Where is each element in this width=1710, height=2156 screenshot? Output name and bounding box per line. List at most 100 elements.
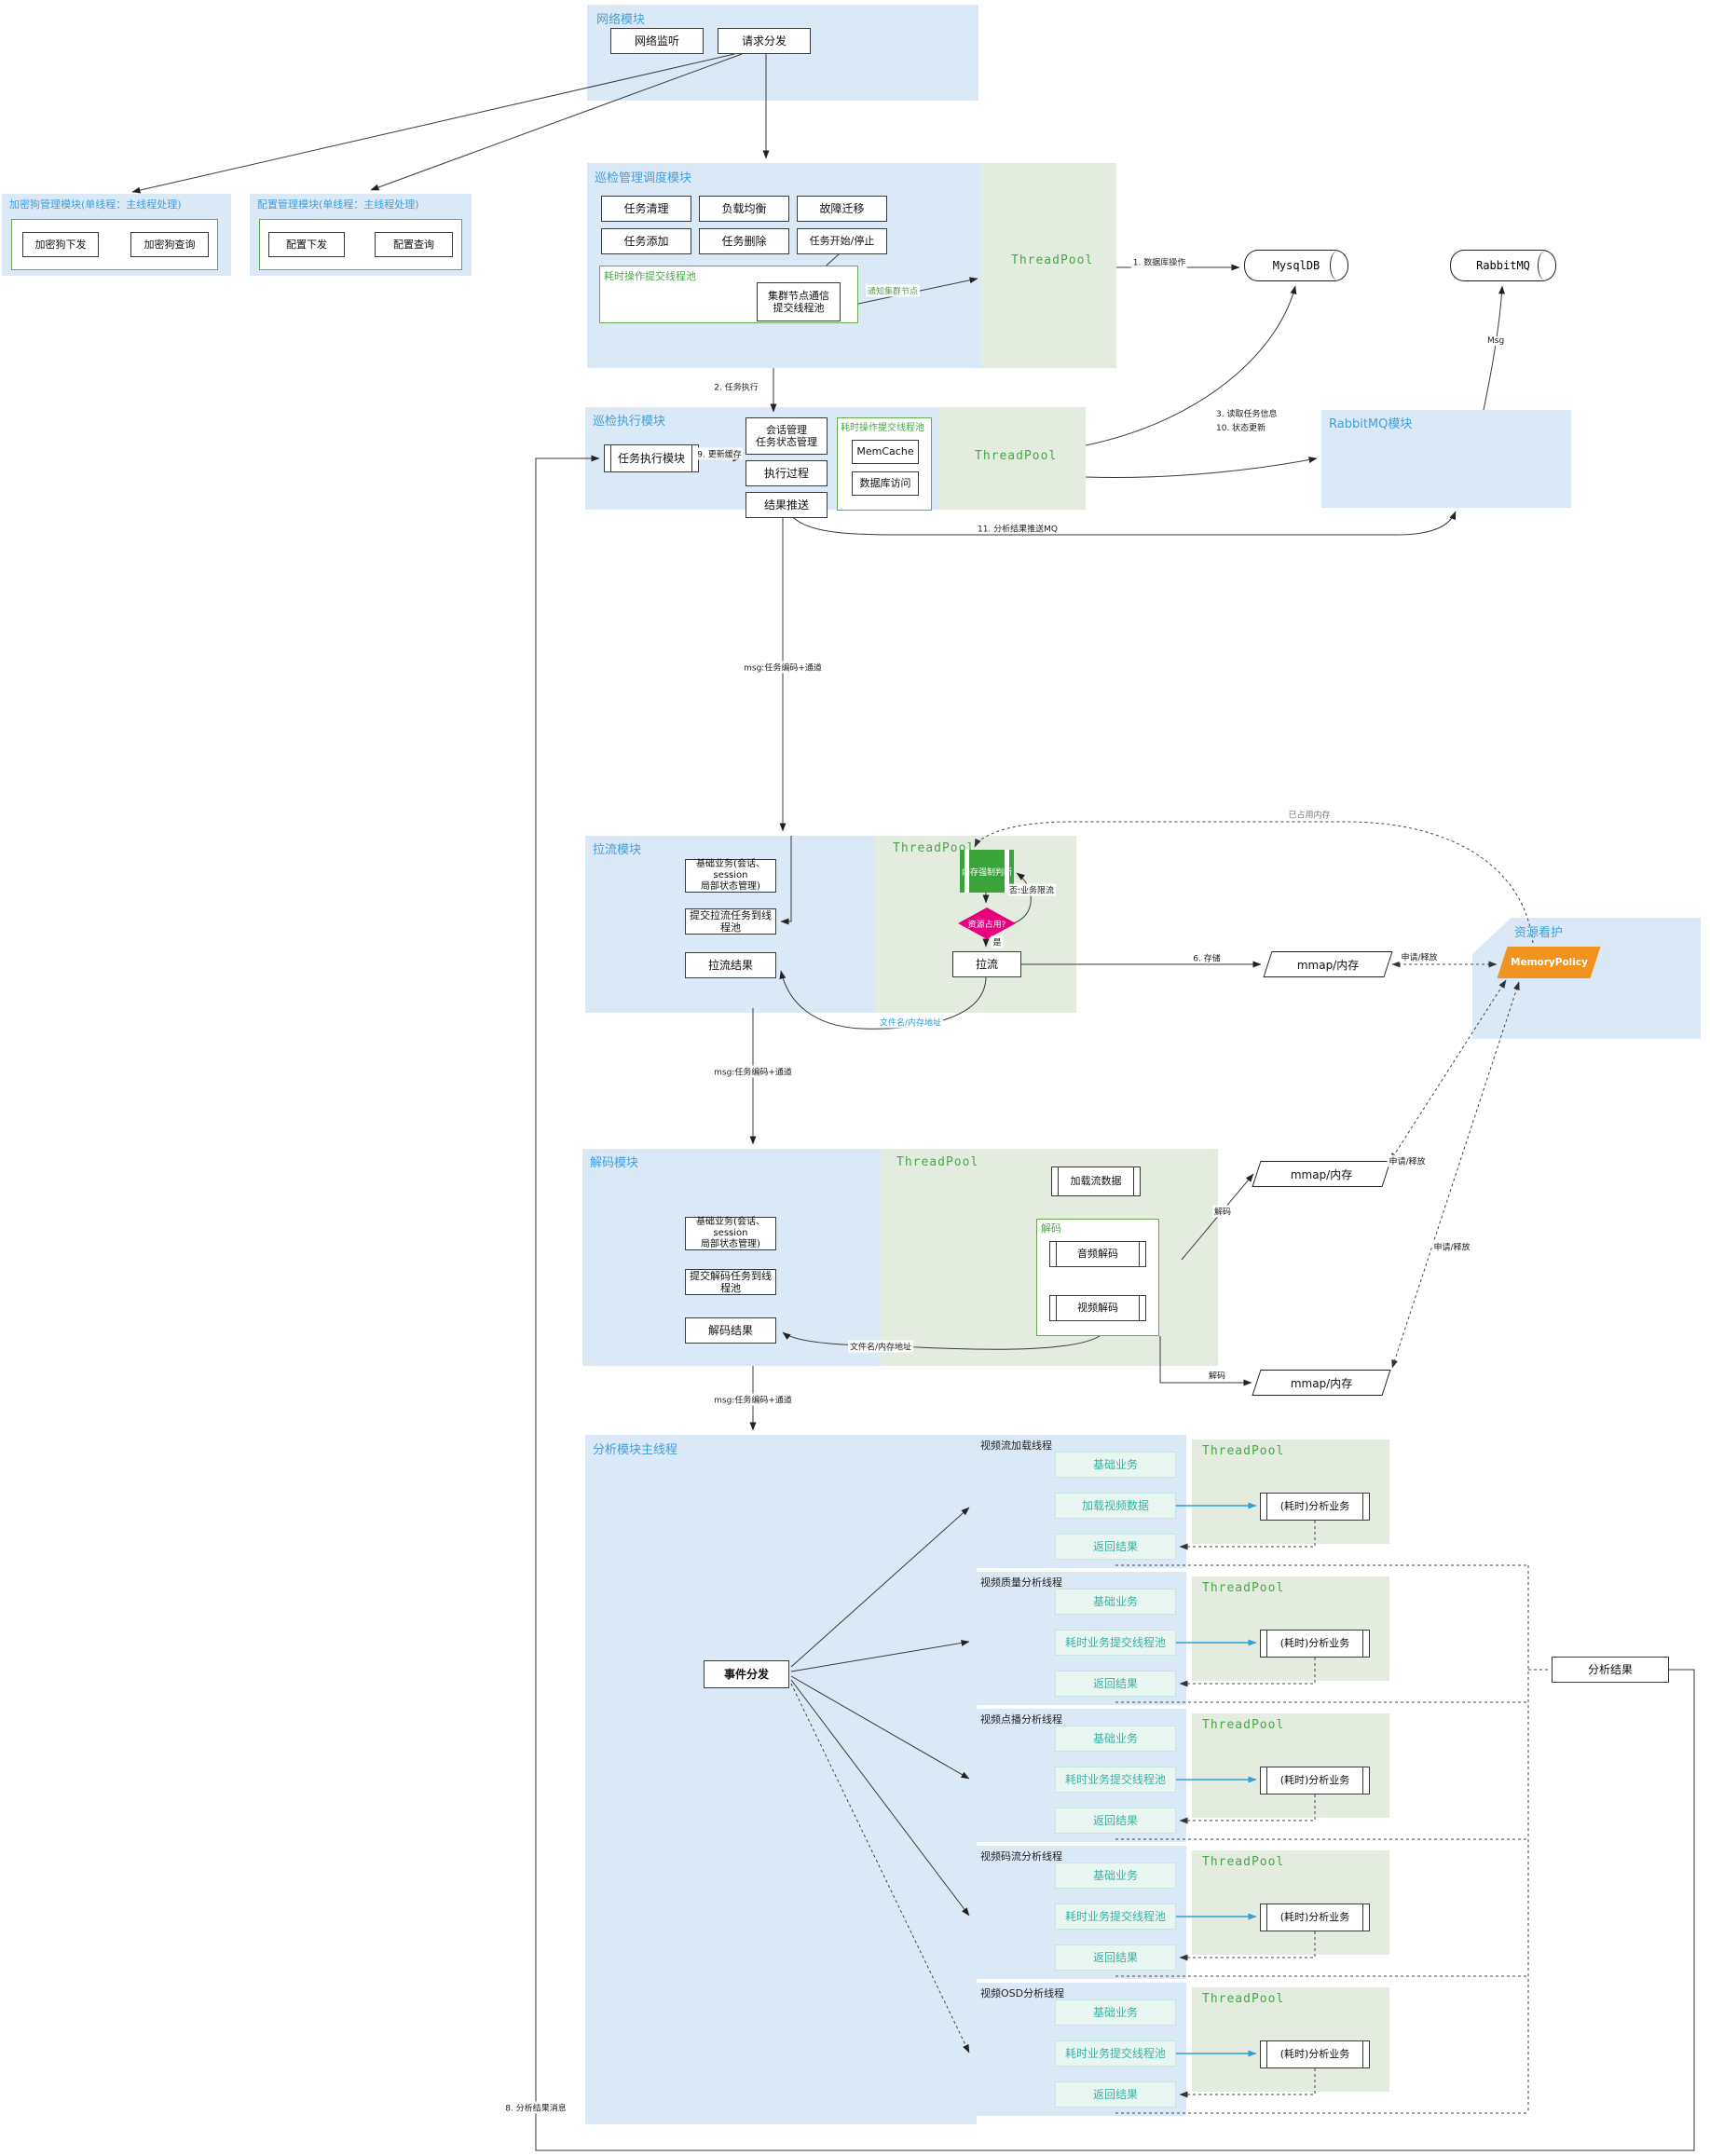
lane-pool-task-box: (耗时)分析业务 xyxy=(1260,1493,1370,1521)
node-config-send: 配置下发 xyxy=(268,232,345,257)
node-load-balance: 负载均衡 xyxy=(699,196,789,222)
node-db-access: 数据库访问 xyxy=(852,471,919,496)
edge-label-msg-channel-3: msg:任务编码+通道 xyxy=(712,1394,794,1406)
mmap-memory-1: mmap/内存 xyxy=(1263,951,1392,977)
dongle-module-title: 加密狗管理模块(单线程：主线程处理) xyxy=(9,197,182,212)
memory-policy-node: MemoryPolicy xyxy=(1497,947,1600,978)
edge-label-no-limit: 否:业务限流 xyxy=(1007,884,1056,896)
diagram-connectors xyxy=(0,0,1710,2156)
node-video-decode: 视频解码 xyxy=(1049,1295,1146,1321)
edge-label-msg: Msg xyxy=(1485,336,1506,346)
node-decode-submit: 提交解码任务到线程池 xyxy=(685,1269,776,1295)
node-config-query: 配置查询 xyxy=(375,232,453,257)
lane-pool-task-box: (耗时)分析业务 xyxy=(1260,1904,1370,1931)
node-load-stream-data: 加载流数据 xyxy=(1051,1167,1141,1196)
lane-mid-box: 加载视频数据 xyxy=(1055,1493,1176,1519)
rabbitmq-cylinder: RabbitMQ xyxy=(1450,250,1556,281)
edge-label-msg-channel-2: msg:任务编码+通道 xyxy=(712,1066,794,1078)
lane-return-box: 返回结果 xyxy=(1055,1534,1176,1560)
mmap-memory-3: mmap/内存 xyxy=(1252,1370,1390,1396)
decode-threadpool-label: ThreadPool xyxy=(896,1155,978,1169)
edge-label-task-exec: 2. 任务执行 xyxy=(712,381,759,393)
edge-label-msg-channel-1: msg:任务编码+通道 xyxy=(742,662,824,674)
lane-mid-box: 耗时业务提交线程池 xyxy=(1055,2040,1176,2067)
node-result-push: 结果推送 xyxy=(746,492,828,518)
node-pull-submit: 提交拉流任务到线程池 xyxy=(685,908,776,935)
node-memcache: MemCache xyxy=(852,440,919,464)
decode-group-title: 解码 xyxy=(1041,1221,1061,1235)
node-task-add: 任务添加 xyxy=(601,228,691,254)
mmap-memory-2: mmap/内存 xyxy=(1252,1161,1390,1187)
node-pull-base: 基础业务(会话、session 局部状态管理) xyxy=(685,859,776,893)
edge-label-store: 6. 存储 xyxy=(1191,952,1222,964)
node-dongle-query: 加密狗查询 xyxy=(130,232,209,257)
edge-label-decode-1: 解码 xyxy=(1212,1206,1233,1218)
edge-label-decode-2: 解码 xyxy=(1207,1370,1227,1382)
lane-base-box: 基础业务 xyxy=(1055,1726,1176,1752)
lane-mid-box: 耗时业务提交线程池 xyxy=(1055,1904,1176,1930)
lane-base-box: 基础业务 xyxy=(1055,1452,1176,1478)
lane-pool-task-box: (耗时)分析业务 xyxy=(1260,1630,1370,1658)
scheduler-threadpool-label: ThreadPool xyxy=(1011,253,1093,267)
executor-module-title: 巡检执行模块 xyxy=(593,411,665,429)
edge-label-apply-release-1: 申请/释放 xyxy=(1399,951,1439,963)
node-audio-decode: 音频解码 xyxy=(1049,1241,1146,1267)
lane-pool-task-box: (耗时)分析业务 xyxy=(1260,1767,1370,1794)
lane-base-box: 基础业务 xyxy=(1055,1589,1176,1615)
lane-return-box: 返回结果 xyxy=(1055,2081,1176,2108)
lane-mid-box: 耗时业务提交线程池 xyxy=(1055,1767,1176,1793)
pull-module-title: 拉流模块 xyxy=(593,839,641,857)
edge-label-db-op: 1. 数据库操作 xyxy=(1131,256,1187,268)
edge-label-apply-release-2: 申请/释放 xyxy=(1387,1155,1427,1167)
node-event-dispatch: 事件分发 xyxy=(704,1660,789,1688)
node-cluster-comm-pool: 集群节点通信 提交线程池 xyxy=(757,282,841,321)
node-failover: 故障迁移 xyxy=(797,196,887,222)
executor-threadpool-label: ThreadPool xyxy=(975,449,1057,463)
edge-label-yes: 是 xyxy=(991,936,1003,948)
node-session-mgmt: 会话管理 任务状态管理 xyxy=(746,417,828,455)
config-module-title: 配置管理模块(单线程：主线程处理) xyxy=(257,197,419,212)
lane-title: 视频点播分析线程 xyxy=(980,1712,1062,1726)
lane-threadpool-label: ThreadPool xyxy=(1202,1444,1284,1458)
edge-label-read-task: 3. 读取任务信息 xyxy=(1214,407,1279,419)
lane-threadpool-label: ThreadPool xyxy=(1202,1581,1284,1595)
lane-threadpool-label: ThreadPool xyxy=(1202,1718,1284,1732)
node-task-delete: 任务删除 xyxy=(699,228,789,254)
node-memory-force-check: 内存强制判断 xyxy=(960,850,1014,893)
node-analysis-result: 分析结果 xyxy=(1552,1657,1669,1683)
rabbitmq-module-title: RabbitMQ模块 xyxy=(1329,414,1412,431)
edge-label-apply-release-3: 申请/释放 xyxy=(1431,1241,1471,1253)
lane-title: 视频流加载线程 xyxy=(980,1438,1052,1453)
lane-base-box: 基础业务 xyxy=(1055,1863,1176,1889)
node-dongle-send: 加密狗下发 xyxy=(22,232,99,257)
node-pull-result: 拉流结果 xyxy=(685,952,776,978)
edge-label-result-msg: 8. 分析结果消息 xyxy=(503,2102,568,2114)
lane-return-box: 返回结果 xyxy=(1055,1671,1176,1697)
network-module-title: 网络模块 xyxy=(596,9,645,27)
lane-return-box: 返回结果 xyxy=(1055,1808,1176,1834)
lane-title: 视频质量分析线程 xyxy=(980,1575,1062,1590)
edge-label-filename-mem-2: 文件名/内存地址 xyxy=(848,1341,913,1353)
scheduler-pool-title: 耗时操作提交线程池 xyxy=(604,268,696,283)
node-request-dispatch: 请求分发 xyxy=(718,28,811,54)
lane-base-box: 基础业务 xyxy=(1055,1999,1176,2026)
analysis-main-title: 分析模块主线程 xyxy=(593,1440,677,1457)
solid-connectors xyxy=(132,54,1694,2150)
node-decode-result: 解码结果 xyxy=(685,1317,776,1344)
node-decode-base: 基础业务(会话、session 局部状态管理) xyxy=(685,1217,776,1250)
resource-guard-title: 资源看护 xyxy=(1514,922,1563,940)
node-task-executor: 任务执行模块 xyxy=(604,444,699,472)
scheduler-module-title: 巡检管理调度模块 xyxy=(595,168,691,185)
lane-threadpool-label: ThreadPool xyxy=(1202,1855,1284,1869)
node-pull-stream: 拉流 xyxy=(952,951,1021,977)
node-exec-process: 执行过程 xyxy=(746,460,828,486)
lane-threadpool-label: ThreadPool xyxy=(1202,1992,1284,2006)
executor-pool-title: 耗时操作提交线程池 xyxy=(841,419,924,433)
lane-title: 视频码流分析线程 xyxy=(980,1849,1062,1863)
edge-label-update-cache: 9. 更新缓存 xyxy=(695,448,743,460)
edge-label-status-update: 10. 状态更新 xyxy=(1214,421,1267,433)
node-task-clean: 任务清理 xyxy=(601,196,691,222)
architecture-diagram: 网络模块 加密狗管理模块(单线程：主线程处理) 配置管理模块(单线程：主线程处理… xyxy=(0,0,1710,2156)
lane-title: 视频OSD分析线程 xyxy=(980,1985,1064,2000)
edge-label-filename-mem-1: 文件名/内存地址 xyxy=(878,1017,943,1029)
